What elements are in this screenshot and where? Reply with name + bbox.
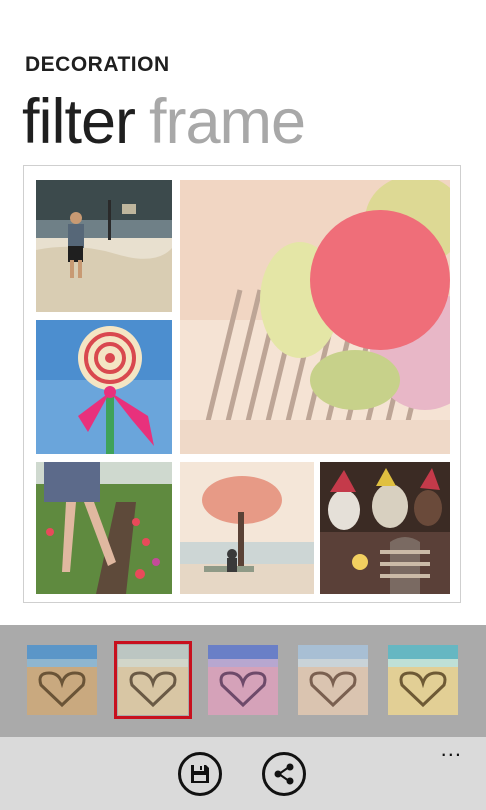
filter-strip: [0, 625, 486, 737]
app-bar: ...: [0, 737, 486, 810]
filter-thumbnail-5[interactable]: [388, 645, 458, 715]
collage-photo-party-masks[interactable]: [320, 462, 450, 594]
more-options-button[interactable]: ...: [441, 738, 462, 760]
collage-photo-tree-bench[interactable]: [180, 462, 314, 594]
collage-frame: [23, 165, 461, 603]
collage-photo-lollipop[interactable]: [36, 320, 172, 454]
filter-thumbnail-4[interactable]: [298, 645, 368, 715]
share-icon: [273, 763, 295, 785]
save-button[interactable]: [178, 752, 222, 796]
collage-photo-garden-legs[interactable]: [36, 462, 172, 594]
collage-photo-beach-child[interactable]: [36, 180, 172, 312]
pivot-tab-frame[interactable]: frame: [149, 82, 306, 162]
app-title: DECORATION: [25, 53, 170, 76]
share-button[interactable]: [262, 752, 306, 796]
pivot-tab-filter[interactable]: filter: [22, 82, 136, 162]
collage-photo-balloons[interactable]: [180, 180, 450, 454]
filter-thumbnail-2[interactable]: [114, 641, 192, 719]
filter-thumbnail-1[interactable]: [27, 645, 97, 715]
save-icon: [189, 763, 211, 785]
pivot-header: filter frame: [22, 82, 319, 162]
filter-thumbnail-3[interactable]: [208, 645, 278, 715]
